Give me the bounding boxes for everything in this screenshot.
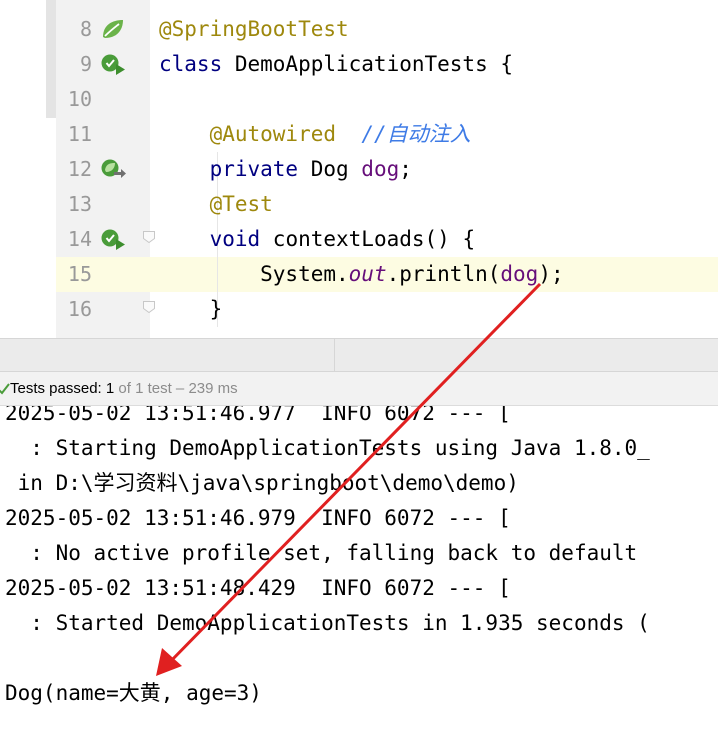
code-lines: 8 @SpringBootTest 9 class DemoApplicationTe…	[0, 12, 718, 327]
console-line: 2025-05-02 13:51:46.979 INFO 6072 --- [	[5, 506, 511, 530]
status-prefix: Tests passed:	[10, 380, 106, 397]
code-token: @Test	[159, 192, 273, 216]
code-text: @Test	[159, 187, 273, 222]
console-line: 2025-05-02 13:51:48.429 INFO 6072 --- [	[5, 576, 511, 600]
code-token: }	[159, 297, 223, 321]
code-text: @SpringBootTest	[159, 12, 349, 47]
code-token: class	[159, 52, 235, 76]
passed-count: 1	[105, 380, 115, 397]
run-test-icon[interactable]	[100, 52, 126, 76]
code-token: dog	[500, 262, 539, 286]
code-text: class DemoApplicationTests {	[159, 47, 513, 82]
code-token: .println(	[386, 262, 501, 286]
test-status-text: Tests passed: 1 of 1 test – 239 ms	[10, 372, 238, 405]
test-status-bar: Tests passed: 1 of 1 test – 239 ms	[0, 372, 718, 406]
code-token: out	[348, 262, 387, 286]
code-line[interactable]: 14 void contextLoads() {	[0, 222, 718, 257]
code-token: System.	[159, 262, 349, 286]
code-token: contextLoads() {	[272, 227, 476, 251]
console-line: Dog(name=大黄, age=3)	[5, 681, 262, 705]
code-token: Dog	[310, 157, 362, 181]
code-text: private Dog dog;	[159, 152, 412, 187]
line-number: 12	[67, 157, 92, 181]
console-line: in D:\学习资料\java\springboot\demo\demo)	[5, 471, 519, 495]
console-line: 2025-05-02 13:51:46.977 INFO 6072 --- [	[5, 406, 511, 425]
code-line[interactable]: 11 @Autowired //自动注入	[0, 117, 718, 152]
line-number: 10	[67, 87, 92, 111]
line-number: 11	[67, 122, 92, 146]
console-line: : Starting DemoApplicationTests using Ja…	[5, 436, 650, 460]
code-token: @Autowired	[159, 122, 337, 146]
code-line[interactable]: 10	[0, 82, 718, 117]
code-token: private	[159, 157, 311, 181]
run-toolbar	[0, 338, 718, 373]
code-line[interactable]: 12 private Dog dog;	[0, 152, 718, 187]
console-line: : No active profile set, falling back to…	[5, 541, 638, 565]
code-text: @Autowired //自动注入	[159, 117, 471, 152]
code-token: ;	[399, 157, 412, 181]
code-token: );	[538, 262, 564, 286]
line-number: 13	[67, 192, 92, 216]
toolbar-divider	[334, 339, 335, 373]
code-token: void	[159, 227, 273, 251]
console-line: : Started DemoApplicationTests in 1.935 …	[5, 611, 650, 635]
run-test-icon[interactable]	[100, 227, 126, 251]
line-number: 14	[67, 227, 92, 251]
code-line[interactable]: 8 @SpringBootTest	[0, 12, 718, 47]
code-editor[interactable]: 8 @SpringBootTest 9 class DemoApplicationTe…	[0, 0, 718, 338]
code-line[interactable]: 13 @Test	[0, 187, 718, 222]
line-number: 9	[79, 52, 92, 76]
code-line[interactable]: 15 System.out.println(dog);	[0, 257, 718, 292]
code-line[interactable]: 16 }	[0, 292, 718, 327]
line-number: 16	[67, 297, 92, 321]
code-text: void contextLoads() {	[159, 222, 476, 257]
code-token: DemoApplicationTests {	[234, 52, 514, 76]
fold-marker-icon[interactable]	[142, 300, 156, 314]
code-text: }	[159, 292, 223, 327]
autowired-bean-icon[interactable]	[100, 157, 126, 181]
passed-check-icon	[0, 383, 10, 395]
fold-marker-icon[interactable]	[142, 230, 156, 244]
code-text: System.out.println(dog);	[159, 257, 564, 292]
code-line[interactable]: 9 class DemoApplicationTests {	[0, 47, 718, 82]
code-token: dog	[361, 157, 400, 181]
line-number: 8	[79, 17, 92, 41]
console-output[interactable]: 2025-05-02 13:51:46.977 INFO 6072 --- [ …	[0, 406, 718, 736]
line-number: 15	[67, 262, 92, 286]
code-token: @SpringBootTest	[159, 17, 349, 41]
spring-leaf-icon[interactable]	[100, 17, 126, 41]
status-suffix: of 1 test – 239 ms	[114, 380, 238, 397]
code-token: //自动注入	[361, 122, 471, 146]
